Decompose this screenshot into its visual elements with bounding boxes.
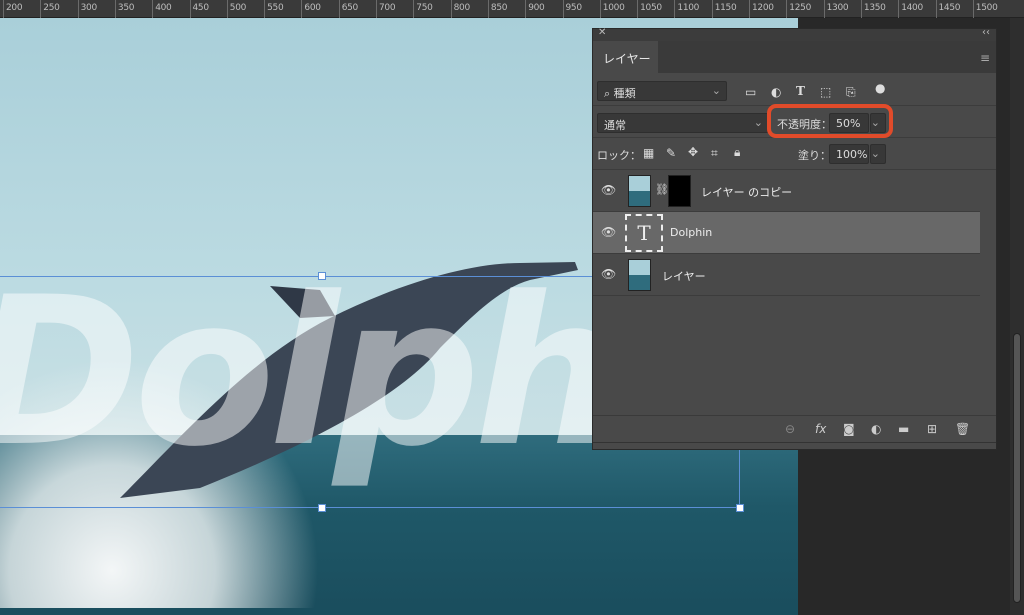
ruler-tick: 300 bbox=[77, 0, 97, 18]
adjustment-icon[interactable]: ◐ bbox=[871, 422, 881, 436]
ruler-tick: 750 bbox=[413, 0, 433, 18]
visibility-eye-icon[interactable]: 👁︎ bbox=[601, 267, 616, 281]
ruler-tick: 900 bbox=[525, 0, 545, 18]
layer-row[interactable]: 👁︎ レイヤー bbox=[593, 254, 980, 296]
layers-panel: ✕ ‹‹ レイヤー ≡ ⌕ 種類 ⌄ ▭ ◐ T ⬚ ⎘ ● 通常 ⌄ 不透明度： … bbox=[592, 27, 997, 450]
lock-artboard-icon[interactable]: ⌗ bbox=[711, 146, 718, 161]
ruler-tick: 700 bbox=[376, 0, 396, 18]
ruler-tick: 400 bbox=[152, 0, 172, 18]
lock-label: ロック： bbox=[597, 149, 641, 162]
ruler-tick: 850 bbox=[487, 0, 507, 18]
transform-handle-top[interactable] bbox=[318, 272, 326, 280]
fill-dropdown-button[interactable]: ⌄ bbox=[870, 144, 886, 164]
ruler-tick: 1500 bbox=[972, 0, 998, 18]
blend-mode-select[interactable]: 通常 ⌄ bbox=[597, 113, 769, 133]
ruler-tick: 1000 bbox=[599, 0, 625, 18]
ruler-tick: 450 bbox=[189, 0, 209, 18]
ruler-tick: 800 bbox=[450, 0, 470, 18]
ruler-tick: 550 bbox=[264, 0, 284, 18]
ruler-tick: 1400 bbox=[898, 0, 923, 18]
image-filter-icon[interactable]: ▭ bbox=[745, 85, 756, 99]
new-layer-icon[interactable]: ⊞ bbox=[927, 422, 937, 436]
transform-handle-bottom-right[interactable] bbox=[736, 504, 744, 512]
search-icon: ⌕ bbox=[604, 87, 611, 100]
fill-input[interactable]: 100% bbox=[829, 144, 869, 164]
ruler-tick: 200 bbox=[3, 0, 23, 18]
scrollbar-thumb[interactable] bbox=[1013, 333, 1021, 603]
ruler-tick: 1250 bbox=[786, 0, 811, 18]
lock-transparent-icon[interactable]: ▦ bbox=[643, 146, 654, 160]
filter-kind-select[interactable]: ⌕ 種類 ⌄ bbox=[597, 81, 727, 101]
collapse-panel-button[interactable]: ‹‹ bbox=[982, 27, 990, 38]
ruler-tick: 950 bbox=[562, 0, 582, 18]
layer-mask-thumbnail[interactable] bbox=[668, 175, 691, 207]
layer-row[interactable]: 👁︎ ⛓︎ レイヤー のコピー bbox=[593, 170, 980, 212]
ruler-tick: 250 bbox=[40, 0, 60, 18]
close-panel-button[interactable]: ✕ bbox=[598, 27, 606, 38]
opacity-highlight-annotation bbox=[767, 104, 893, 138]
adjustment-filter-icon[interactable]: ◐ bbox=[771, 85, 781, 99]
ruler-tick: 500 bbox=[226, 0, 246, 18]
fx-icon[interactable]: fx bbox=[815, 422, 826, 436]
layer-row-selected[interactable]: 👁︎ T Dolphin bbox=[593, 212, 980, 254]
ruler-tick: 1200 bbox=[749, 0, 774, 18]
ruler-tick: 1150 bbox=[711, 0, 737, 18]
layer-thumbnail bbox=[628, 175, 651, 207]
ruler-tick: 1050 bbox=[637, 0, 662, 18]
filter-toggle-icon[interactable]: ● bbox=[875, 81, 885, 95]
layer-name: Dolphin bbox=[670, 226, 713, 239]
chevron-down-icon: ⌄ bbox=[753, 116, 763, 129]
lock-all-icon[interactable]: 🔒︎ bbox=[734, 145, 740, 160]
trash-icon[interactable]: 🗑︎ bbox=[955, 422, 970, 436]
layer-list: 👁︎ ⛓︎ レイヤー のコピー 👁︎ T Dolphin 👁︎ レイヤー bbox=[593, 169, 996, 415]
panel-footer: ⊖ fx ◙ ◐ ▬ ⊞ 🗑︎ bbox=[593, 415, 996, 443]
ruler-tick: 1350 bbox=[860, 0, 886, 18]
ruler-tick: 600 bbox=[301, 0, 321, 18]
layer-name: レイヤー bbox=[662, 270, 706, 283]
vertical-scrollbar[interactable] bbox=[1010, 18, 1024, 615]
layer-thumbnail bbox=[628, 259, 651, 291]
tab-layers[interactable]: レイヤー bbox=[593, 41, 658, 73]
lock-position-icon[interactable]: ✥ bbox=[688, 145, 698, 159]
mask-icon[interactable]: ◙ bbox=[843, 422, 855, 436]
smart-object-filter-icon[interactable]: ⎘ bbox=[846, 85, 856, 100]
ruler-tick: 350 bbox=[114, 0, 134, 18]
ruler-tick: 650 bbox=[338, 0, 358, 18]
chevron-down-icon: ⌄ bbox=[870, 147, 880, 160]
lock-pixels-icon[interactable]: ✎ bbox=[666, 146, 676, 160]
shape-filter-icon[interactable]: ⬚ bbox=[820, 85, 831, 99]
visibility-eye-icon[interactable]: 👁︎ bbox=[601, 225, 616, 239]
menu-icon[interactable]: ≡ bbox=[980, 51, 990, 65]
layer-name: レイヤー のコピー bbox=[701, 186, 793, 199]
chevron-down-icon: ⌄ bbox=[711, 84, 721, 97]
fill-label: 塗り： bbox=[798, 149, 831, 162]
text-layer-thumbnail-icon: T bbox=[625, 214, 663, 252]
mask-link-icon[interactable]: ⛓︎ bbox=[655, 183, 669, 196]
type-filter-icon[interactable]: T bbox=[796, 84, 805, 98]
ruler-tick: 1450 bbox=[935, 0, 961, 18]
ruler-tick: 1300 bbox=[823, 0, 849, 18]
ruler-tick: 1100 bbox=[674, 0, 699, 18]
horizontal-ruler: 200 250 300 350 400 450 500 550 600 650 700 750 800 8… bbox=[0, 0, 1024, 18]
visibility-eye-icon[interactable]: 👁︎ bbox=[601, 183, 616, 197]
transform-handle-bottom[interactable] bbox=[318, 504, 326, 512]
folder-icon[interactable]: ▬ bbox=[898, 422, 909, 436]
link-icon[interactable]: ⊖ bbox=[785, 422, 795, 436]
